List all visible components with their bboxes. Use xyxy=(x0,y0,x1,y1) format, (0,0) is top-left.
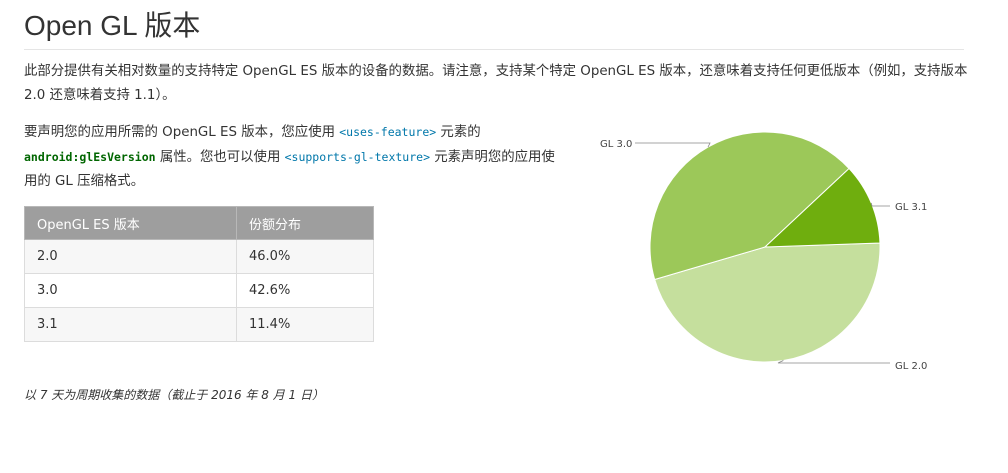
title-divider xyxy=(24,49,964,50)
pie-leader-line xyxy=(635,142,711,148)
table-row: 2.0 46.0% xyxy=(24,239,374,274)
header-share: 份额分布 xyxy=(236,206,374,240)
cell-share: 42.6% xyxy=(236,273,374,308)
pie-leader-line xyxy=(870,202,890,207)
table-header-row: OpenGL ES 版本 份额分布 xyxy=(24,206,374,240)
declare-paragraph: 要声明您的应用所需的 OpenGL ES 版本，您应使用 <uses-featu… xyxy=(24,120,564,194)
opengl-distribution-table: OpenGL ES 版本 份额分布 2.0 46.0% 3.0 42.6% 3.… xyxy=(24,206,374,342)
pie-label: GL 3.1 xyxy=(895,202,927,213)
uses-feature-link[interactable]: <uses-feature> xyxy=(339,125,436,139)
opengl-pie-chart: GL 2.0 GL 3.0 GL 3.1 xyxy=(600,131,927,372)
supports-gl-texture-link[interactable]: <supports-gl-texture> xyxy=(285,150,430,164)
pie-label: GL 2.0 xyxy=(895,361,927,372)
cell-version: 3.1 xyxy=(24,307,237,342)
intro-paragraph: 此部分提供有关相对数量的支持特定 OpenGL ES 版本的设备的数据。请注意，… xyxy=(24,60,969,108)
intro-text-1: 此部分提供有关相对数量的支持特定 xyxy=(24,64,243,79)
cell-share: 11.4% xyxy=(236,307,374,342)
declare-text-2: 元素的 xyxy=(436,125,481,140)
declare-text-1: 要声明您的应用所需的 OpenGL ES 版本，您应使用 xyxy=(24,125,340,140)
gles-version-attr: android:glEsVersion xyxy=(24,150,156,164)
pie-leader-line xyxy=(777,360,890,364)
table-row: 3.0 42.6% xyxy=(24,273,374,308)
page-title: Open GL 版本 xyxy=(24,10,201,41)
declare-text-3: 属性。您也可以使用 xyxy=(155,150,285,165)
header-version: OpenGL ES 版本 xyxy=(24,206,237,240)
pie-label: GL 3.0 xyxy=(600,139,632,150)
cell-version: 2.0 xyxy=(24,239,237,274)
table-row: 3.1 11.4% xyxy=(24,307,374,342)
intro-opengl-es: OpenGL ES xyxy=(242,64,318,79)
data-collection-footnote: 以 7 天为周期收集的数据（截止于 2016 年 8 月 1 日） xyxy=(24,388,324,402)
cell-version: 3.0 xyxy=(24,273,237,308)
cell-share: 46.0% xyxy=(236,239,374,274)
